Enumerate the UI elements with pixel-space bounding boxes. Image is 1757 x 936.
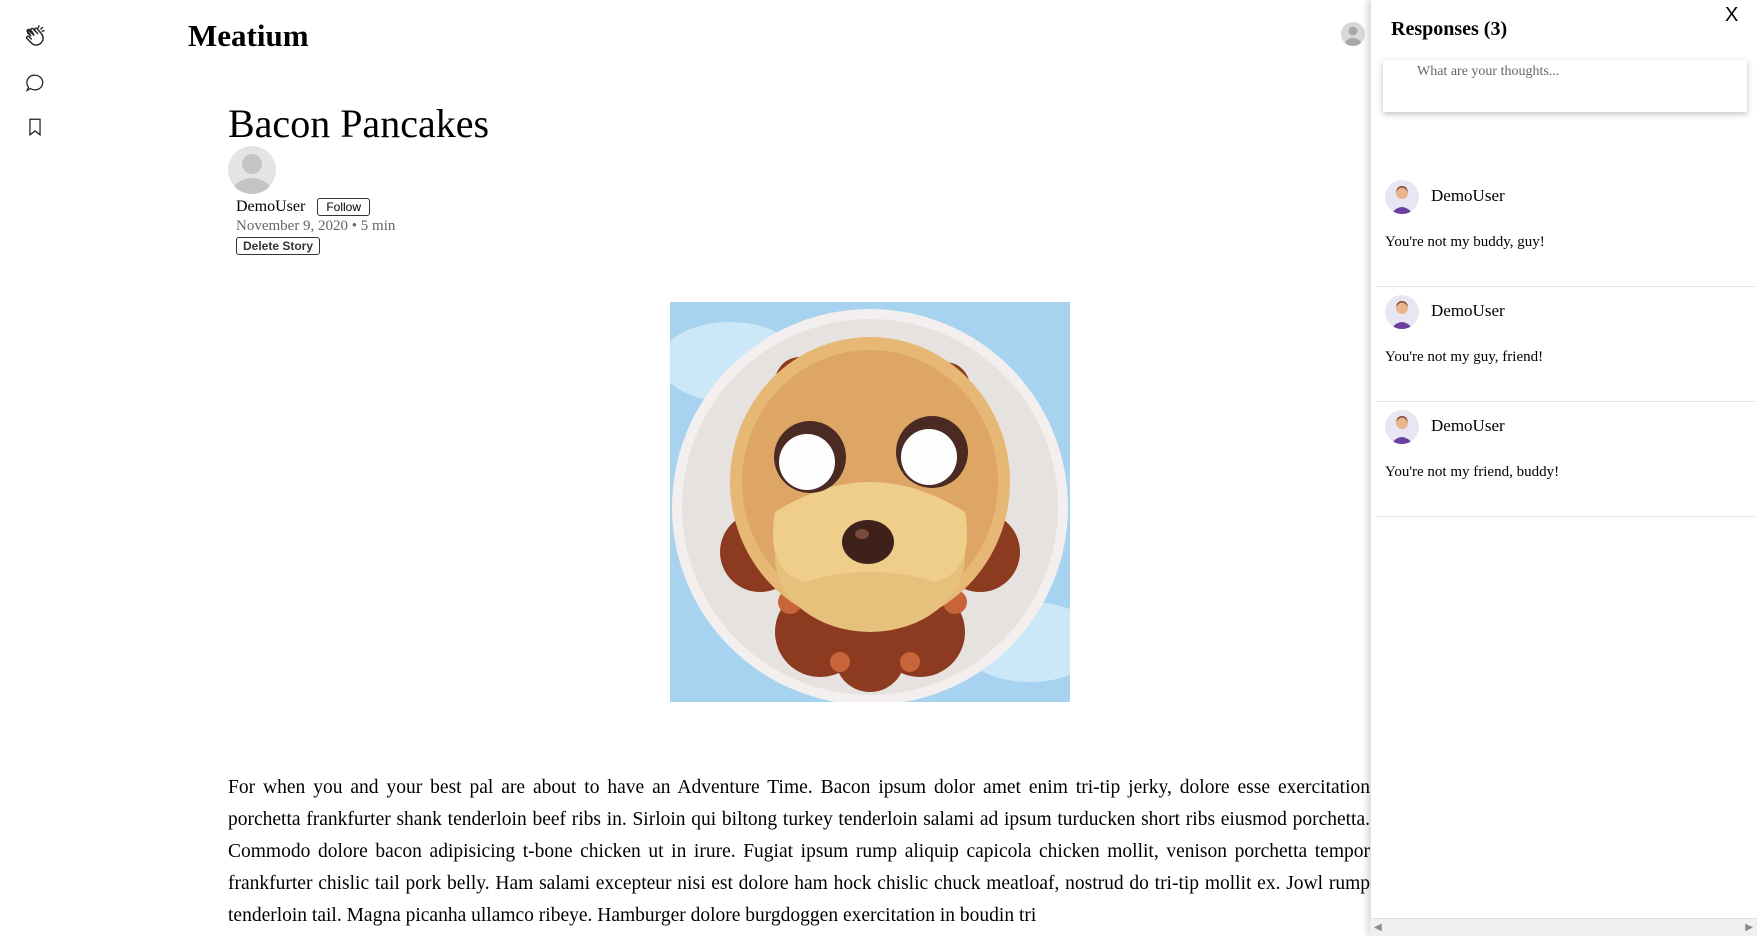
- response-text: You're not my friend, buddy!: [1385, 464, 1560, 480]
- article-title: Bacon Pancakes: [228, 101, 490, 146]
- author-name[interactable]: DemoUser: [236, 198, 305, 216]
- page: Meatium Bacon Pancakes DemoUser Follow N…: [0, 0, 1757, 936]
- response-username[interactable]: DemoUser: [1431, 416, 1505, 436]
- author-avatar[interactable]: [228, 146, 276, 194]
- clap-icon[interactable]: [22, 24, 48, 50]
- response-text: You're not my guy, friend!: [1385, 349, 1544, 365]
- header-avatar[interactable]: [1341, 22, 1365, 46]
- responses-list: DemoUser You're not my buddy, guy! DemoU…: [1375, 172, 1755, 517]
- article-hero-image: [670, 302, 1070, 702]
- response-username[interactable]: DemoUser: [1431, 186, 1505, 206]
- horizontal-scrollbar[interactable]: ◀ ▶: [1370, 918, 1757, 936]
- response-item: DemoUser You're not my guy, friend!: [1375, 287, 1755, 402]
- user-avatar[interactable]: [1385, 180, 1419, 214]
- follow-button[interactable]: Follow: [317, 198, 370, 216]
- article: Bacon Pancakes DemoUser Follow November …: [228, 96, 1378, 255]
- responses-title: Responses (3): [1391, 18, 1508, 40]
- comment-icon[interactable]: [24, 72, 46, 94]
- response-item: DemoUser You're not my buddy, guy!: [1375, 172, 1755, 287]
- scroll-right-icon[interactable]: ▶: [1745, 922, 1753, 933]
- article-body: For when you and your best pal are about…: [228, 777, 1370, 926]
- response-compose: [1383, 60, 1747, 112]
- publish-date: November 9, 2020 • 5 min: [236, 218, 396, 234]
- response-item: DemoUser You're not my friend, buddy!: [1375, 402, 1755, 517]
- responses-panel: Responses (3) X DemoUser You're not my b…: [1370, 0, 1757, 936]
- site-logo[interactable]: Meatium: [188, 18, 309, 54]
- left-rail: [0, 0, 70, 936]
- response-text: You're not my buddy, guy!: [1385, 234, 1545, 250]
- response-username[interactable]: DemoUser: [1431, 301, 1505, 321]
- bookmark-icon[interactable]: [24, 116, 46, 138]
- delete-story-button[interactable]: Delete Story: [236, 237, 321, 255]
- response-input[interactable]: [1383, 60, 1747, 112]
- user-avatar[interactable]: [1385, 410, 1419, 444]
- user-avatar[interactable]: [1385, 295, 1419, 329]
- scroll-left-icon[interactable]: ◀: [1374, 922, 1382, 933]
- article-meta: DemoUser Follow November 9, 2020 • 5 min…: [236, 198, 395, 255]
- close-responses-button[interactable]: X: [1725, 4, 1738, 27]
